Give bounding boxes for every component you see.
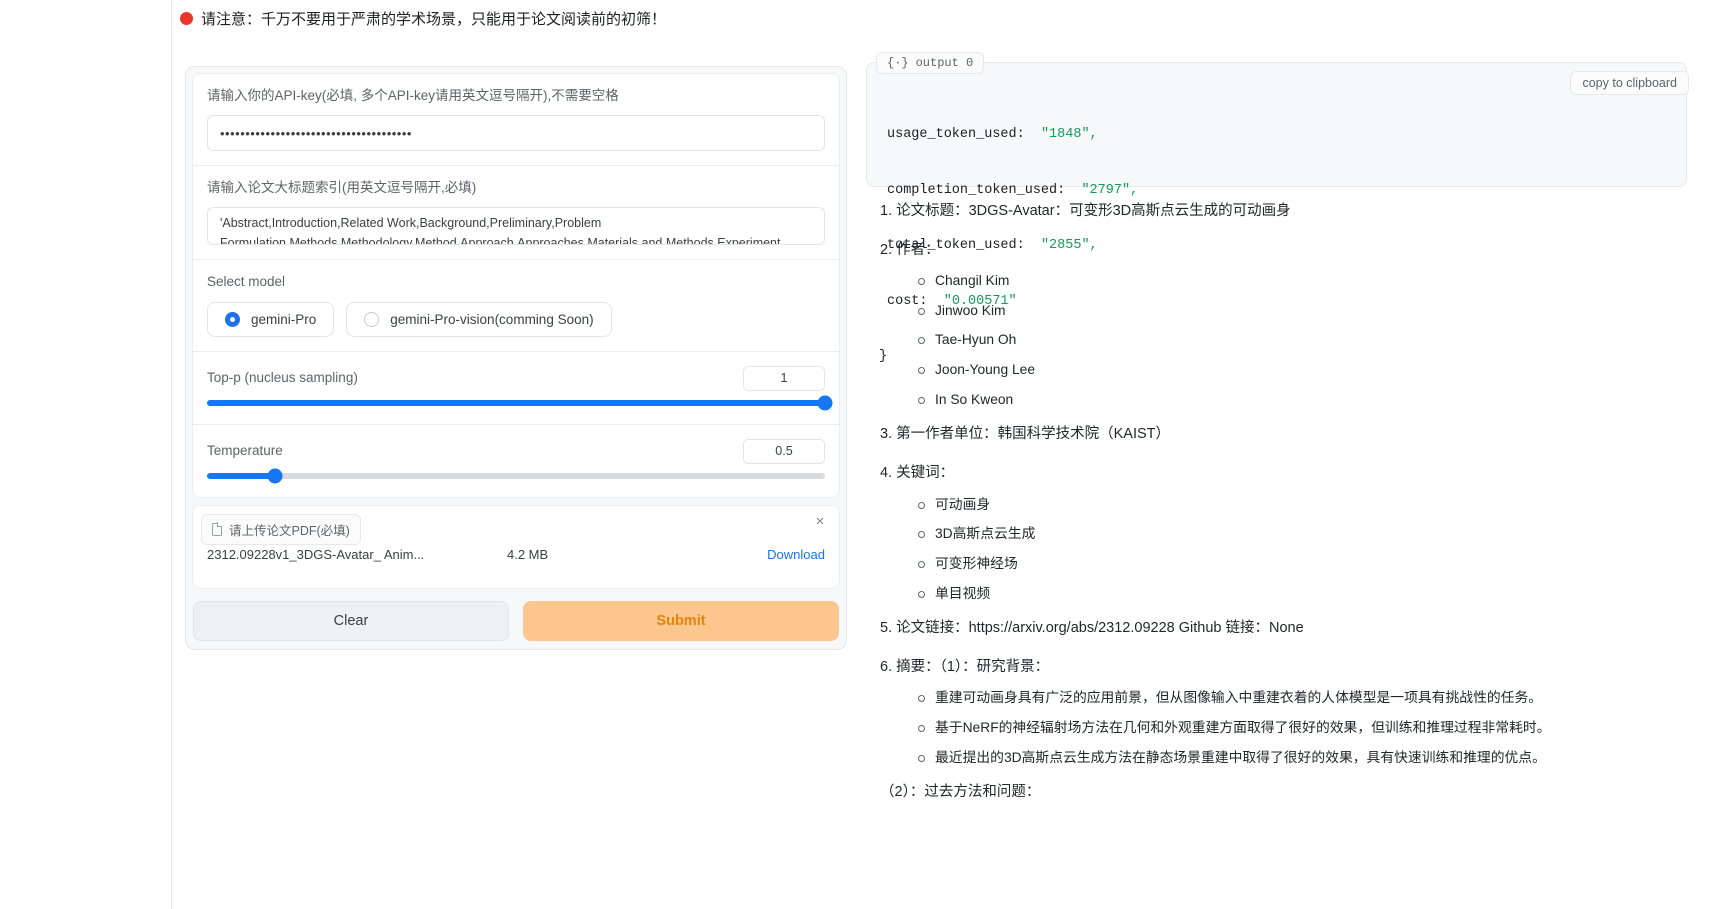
- result-keywords-heading: 4. 关键词：: [880, 465, 955, 482]
- left-gutter-divider: [171, 0, 172, 909]
- braces-icon: {·}: [887, 56, 909, 70]
- section-index-textarea[interactable]: 'Abstract,Introduction,Related Work,Back…: [207, 207, 825, 246]
- section-index-field-block: 请输入论文大标题索引(用英文逗号隔开,必填) 'Abstract,Introdu…: [192, 165, 840, 260]
- json-output-body: usage_token_used: "1848", completion_tok…: [867, 63, 1686, 404]
- list-item: 基于NeRF的神经辐射场方法在几何和外观重建方面取得了很好的效果，但训练和推理过…: [918, 718, 1687, 739]
- temperature-label: Temperature: [207, 442, 283, 458]
- top-p-slider-fill: [207, 399, 825, 406]
- section-index-label: 请输入论文大标题索引(用英文逗号隔开,必填): [207, 180, 477, 196]
- result-affiliation-line: 3. 第一作者单位：韩国科学技术院（KAIST）: [880, 426, 1171, 443]
- output-tab-label: output 0: [915, 56, 974, 70]
- app-root: 请注意：千万不要用于严肃的学术场景，只能用于论文阅读前的初筛！ 请输入你的API…: [0, 0, 1711, 909]
- api-key-field-block: 请输入你的API-key(必填, 多个API-key请用英文逗号隔开),不需要空…: [192, 73, 840, 166]
- top-p-block: Top-p (nucleus sampling) 1: [192, 350, 840, 424]
- top-p-slider[interactable]: [207, 395, 833, 411]
- json-line: usage_token_used: "1848",: [887, 126, 1686, 145]
- api-key-label: 请输入你的API-key(必填, 多个API-key请用英文逗号隔开),不需要空…: [207, 88, 619, 103]
- background-points-list: 重建可动画身具有广泛的应用前景，但从图像输入中重建衣着的人体模型是一项具有挑战性…: [880, 688, 1687, 768]
- json-value: "2855",: [1040, 238, 1098, 253]
- temperature-value-input[interactable]: 0.5: [743, 438, 825, 464]
- list-item: Changil Kim: [918, 271, 1687, 292]
- file-name: 2312.09228v1_3DGS-Avatar_ Anim...: [207, 546, 425, 562]
- list-item: 3D高斯点云生成: [918, 524, 1687, 545]
- json-key: completion_token_used:: [887, 182, 1066, 198]
- api-key-input[interactable]: ••••••••••••••••••••••••••••••••••••••: [207, 115, 825, 152]
- list-item: Jinwoo Kim: [918, 301, 1687, 322]
- radio-unselected-icon: [364, 311, 380, 327]
- json-output-card: {·} output 0 copy to clipboard usage_tok…: [866, 52, 1689, 364]
- temperature-slider-fill: [207, 472, 275, 479]
- list-item: Joon-Young Lee: [918, 360, 1687, 381]
- temperature-block: Temperature 0.5: [192, 423, 840, 498]
- model-select-label: Select model: [207, 274, 286, 290]
- temperature-header: Temperature 0.5: [207, 438, 825, 464]
- list-item: 最近提出的3D高斯点云生成方法在静态场景重建中取得了很好的效果，具有快速训练和推…: [918, 748, 1687, 769]
- radio-gemini-pro-label: gemini-Pro: [251, 311, 317, 327]
- radio-selected-icon: [225, 311, 240, 327]
- document-icon: [212, 522, 223, 536]
- temperature-slider[interactable]: [207, 468, 825, 484]
- list-item: In So Kweon: [918, 390, 1687, 411]
- close-icon[interactable]: ×: [812, 513, 828, 530]
- list-item: 重建可动画身具有广泛的应用前景，但从图像输入中重建衣着的人体模型是一项具有挑战性…: [918, 688, 1687, 709]
- list-item: 可动画身: [918, 495, 1687, 516]
- analysis-result: 1. 论文标题：3DGS-Avatar：可变形3D高斯点云生成的可动画身 2. …: [866, 187, 1701, 803]
- file-size: 4.2 MB: [507, 546, 549, 562]
- model-radio-group: gemini-Pro gemini-Pro-vision(comming Soo…: [207, 301, 825, 337]
- list-item: Tae-Hyun Oh: [918, 330, 1687, 351]
- top-p-value-input[interactable]: 1: [743, 365, 825, 391]
- top-p-slider-thumb[interactable]: [817, 395, 833, 411]
- red-dot-icon: [180, 12, 193, 25]
- top-p-header: Top-p (nucleus sampling) 1: [207, 365, 825, 391]
- result-past-methods-line: （2）：过去方法和问题：: [880, 784, 1041, 801]
- keywords-list: 可动画身 3D高斯点云生成 可变形神经场 单目视频: [880, 495, 1687, 605]
- upload-tab-button[interactable]: 请上传论文PDF(必填): [201, 513, 361, 545]
- submit-button[interactable]: Submit: [523, 600, 839, 641]
- radio-gemini-pro-vision-label: gemini-Pro-vision(comming Soon): [390, 311, 594, 327]
- uploaded-file-row: 2312.09228v1_3DGS-Avatar_ Anim... 4.2 MB…: [193, 547, 839, 562]
- upload-tab-label: 请上传论文PDF(必填): [229, 523, 350, 538]
- json-key: usage_token_used:: [887, 127, 1025, 142]
- json-value: "1848",: [1040, 127, 1098, 142]
- top-p-label: Top-p (nucleus sampling): [207, 369, 358, 385]
- json-line: total_token_used: "2855",: [887, 237, 1686, 256]
- output-tab[interactable]: {·} output 0: [876, 52, 985, 74]
- json-key: total_token_used:: [887, 238, 1025, 253]
- clear-button[interactable]: Clear: [193, 600, 509, 641]
- json-key: cost:: [887, 293, 928, 309]
- radio-gemini-pro[interactable]: gemini-Pro: [207, 301, 335, 337]
- json-value: "2797",: [1081, 182, 1139, 198]
- list-item: 单目视频: [918, 584, 1687, 605]
- json-line: completion_token_used: "2797",: [887, 182, 1686, 201]
- result-links-line: 5. 论文链接：https://arxiv.org/abs/2312.09228…: [880, 620, 1304, 637]
- form-actions: Clear Submit: [193, 600, 839, 641]
- output-panel: {·} output 0 copy to clipboard usage_tok…: [866, 52, 1701, 909]
- result-abstract-heading: 6. 摘要：（1）：研究背景：: [880, 659, 1050, 676]
- download-link[interactable]: Download: [767, 547, 825, 562]
- notice-text: 请注意：千万不要用于严肃的学术场景，只能用于论文阅读前的初筛！: [201, 11, 667, 28]
- pdf-upload-area[interactable]: 请上传论文PDF(必填) × 2312.09228v1_3DGS-Avatar_…: [192, 504, 840, 589]
- model-select-block: Select model gemini-Pro gemini-Pro-visio…: [192, 259, 840, 351]
- input-form-panel: 请输入你的API-key(必填, 多个API-key请用英文逗号隔开),不需要空…: [185, 66, 847, 650]
- copy-to-clipboard-button[interactable]: copy to clipboard: [1570, 71, 1689, 95]
- list-item: 可变形神经场: [918, 554, 1687, 575]
- radio-gemini-pro-vision[interactable]: gemini-Pro-vision(comming Soon): [346, 301, 612, 337]
- notice-banner: 请注意：千万不要用于严肃的学术场景，只能用于论文阅读前的初筛！: [180, 8, 666, 29]
- temperature-slider-thumb[interactable]: [267, 468, 283, 484]
